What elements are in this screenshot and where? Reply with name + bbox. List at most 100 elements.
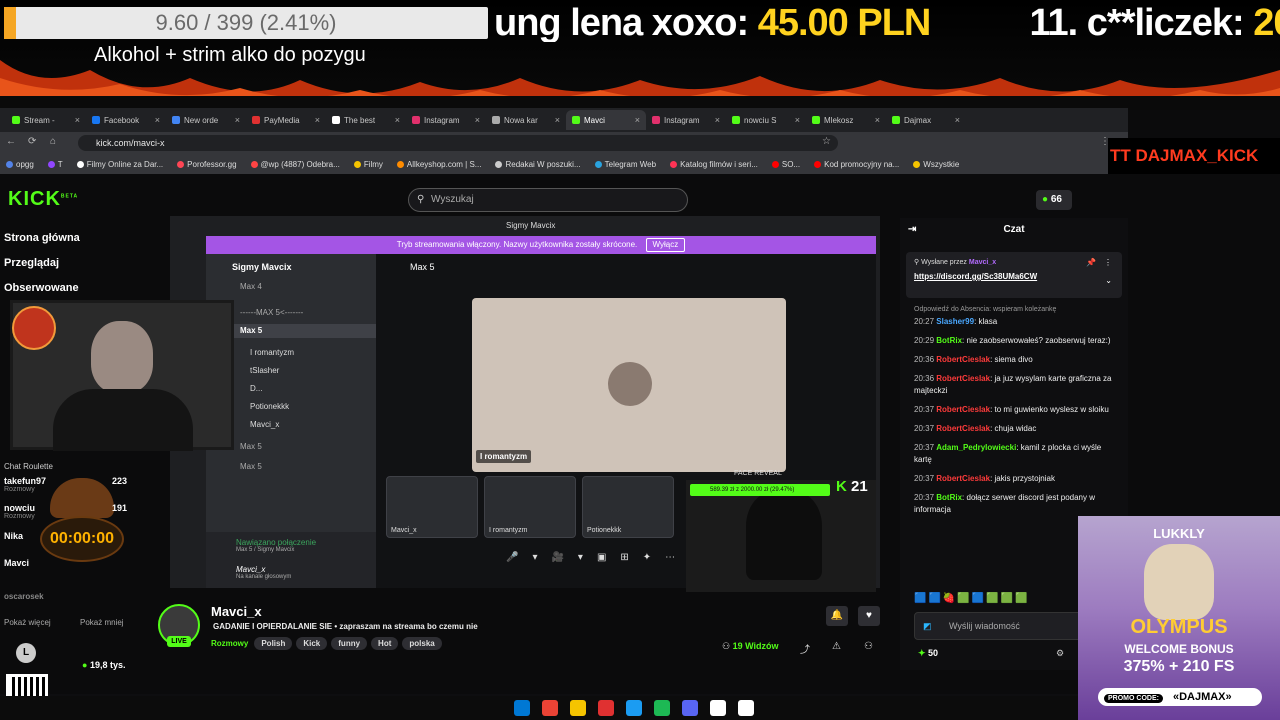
message-username[interactable]: BotRix [936,336,962,345]
message-username[interactable]: Slasher99 [936,317,974,326]
reload-icon[interactable]: ⟳ [28,136,36,147]
message-username[interactable]: Adam_Pedrylowiecki [936,443,1016,452]
tag[interactable]: Kick [296,637,328,650]
tag[interactable]: Hot [371,637,399,650]
bookmark-star-icon[interactable]: ☆ [822,136,831,147]
taskbar-app-icon[interactable] [654,700,670,716]
disable-button[interactable]: Wyłącz [645,238,686,252]
participant-tile[interactable]: Mavci_x [386,476,478,538]
browser-tab[interactable]: New orde × [166,110,246,130]
pinned-link[interactable]: https://discord.gg/Sc38UMa6CW [906,266,1122,281]
browser-tab[interactable]: Instagram × [406,110,486,130]
show-more-link[interactable]: Pokaż więcej [4,618,51,627]
close-icon[interactable]: × [555,115,560,125]
browser-tab[interactable]: Dajmax × [886,110,966,130]
browser-tab[interactable]: nowciu S × [726,110,806,130]
message-username[interactable]: RobertCieslak [936,424,990,433]
participant-tile[interactable]: I romantyzm [484,476,576,538]
chat-message[interactable]: 20:36 RobertCieslak: siema divo [914,354,1120,366]
follow-heart-button[interactable]: ♥ [858,606,880,626]
notification-bell-button[interactable]: 🔔 [826,606,848,626]
message-username[interactable]: RobertCieslak [936,374,990,383]
message-username[interactable]: RobertCieslak [936,474,990,483]
bookmark[interactable]: opgg [6,160,34,169]
channel-max4[interactable]: Max 4 [206,280,376,294]
roulette-user[interactable]: oscarosek [4,592,44,601]
bookmark[interactable]: Porofessor.gg [177,160,237,169]
taskbar-app-icon[interactable] [682,700,698,716]
chat-message[interactable]: 20:37 RobertCieslak: jakis przystojniak [914,473,1120,485]
close-icon[interactable]: × [635,115,640,125]
close-icon[interactable]: × [875,115,880,125]
taskbar-app-icon[interactable] [570,700,586,716]
taskbar-app-icon[interactable] [738,700,754,716]
bookmark[interactable]: Katalog filmów i seri... [670,160,758,169]
emote-bar[interactable]: 🟦🟦🍓🟩🟦🟩🟩🟩 [914,593,1030,604]
chat-message[interactable]: 20:37 Adam_Pedrylowiecki: kamil z plocka… [914,442,1120,466]
chat-message[interactable]: 20:37 RobertCieslak: chuja widac [914,423,1120,435]
collapse-chat-icon[interactable]: ⇥ [908,224,916,235]
roulette-user[interactable]: takefun97 Rozmowy [4,476,46,493]
close-icon[interactable]: × [395,115,400,125]
close-icon[interactable]: × [955,115,960,125]
taskbar-app-icon[interactable] [626,700,642,716]
url-field[interactable]: kick.com/mavci-x [78,135,838,151]
emote-picker-icon[interactable]: ◩ [923,613,932,639]
roulette-user[interactable]: Mavci [4,558,29,568]
tag[interactable]: funny [331,637,368,650]
search-input[interactable]: ⚲ Wyszukaj [408,188,688,212]
close-icon[interactable]: × [715,115,720,125]
bookmark[interactable]: T [47,160,63,169]
pinned-message[interactable]: ⚲ Wysłane przez Mavci_x https://discord.… [906,252,1122,298]
browser-tab[interactable]: Instagram × [646,110,726,130]
chat-message[interactable]: 20:37 BotRix: dołącz serwer discord jest… [914,492,1120,516]
channel-max5-c[interactable]: Max 5 [206,460,376,474]
share-icon[interactable]: ⤴ [800,641,810,656]
bookmark[interactable]: Telegram Web [594,160,656,169]
taskbar-app-icon[interactable] [514,700,530,716]
more-icon[interactable]: ⋮ [1104,258,1112,267]
user-icon[interactable]: ⚇ [864,641,873,652]
roulette-user[interactable]: Nika [4,531,23,541]
server-name[interactable]: Sigmy Mavcix [206,254,376,280]
close-icon[interactable]: × [155,115,160,125]
bookmark[interactable]: Allkeyshop.com | S... [396,160,481,169]
taskbar-app-icon[interactable] [598,700,614,716]
bookmark[interactable]: @wp (4887) Odebra... [250,160,340,169]
close-icon[interactable]: × [235,115,240,125]
browser-tab[interactable]: Mlekosz × [806,110,886,130]
gear-icon[interactable]: ⚙ [1056,648,1064,659]
message-username[interactable]: BotRix [936,493,962,502]
close-icon[interactable]: × [315,115,320,125]
bookmark[interactable]: Redakai W poszuki... [495,160,581,169]
close-icon[interactable]: × [75,115,80,125]
bookmark[interactable]: Kod promocyjny na... [814,160,899,169]
chat-points[interactable]: ✦ 50 [918,648,938,659]
browser-tab[interactable]: The best × [326,110,406,130]
nav-browse[interactable]: Przeglądaj [4,257,80,282]
show-less-link[interactable]: Pokaż mniej [80,618,124,627]
bookmark[interactable]: Filmy [353,160,383,169]
browser-tab[interactable]: Facebook × [86,110,166,130]
bookmark[interactable]: Filmy Online za Dar... [76,160,163,169]
close-icon[interactable]: × [475,115,480,125]
message-username[interactable]: RobertCieslak [936,355,990,364]
channel-name[interactable]: Mavci_x [211,604,262,619]
taskbar-app-icon[interactable] [542,700,558,716]
tag[interactable]: polska [402,637,442,650]
browser-tab[interactable]: Nowa kar × [486,110,566,130]
chat-message[interactable]: Odpowiedź do Absencia: wspieram koleżank… [914,304,1120,328]
chat-message[interactable]: 20:37 RobertCieslak: to mi guwienko wysl… [914,404,1120,416]
chat-message[interactable]: 20:36 RobertCieslak: ja juz wysylam kart… [914,373,1120,397]
category-link[interactable]: Rozmowy [211,639,248,648]
chat-message[interactable]: 20:29 BotRix: nie zaobserwowałeś? zaobse… [914,335,1120,347]
browser-tab[interactable]: PayMedia × [246,110,326,130]
browser-tab[interactable]: Mavci × [566,110,646,130]
nav-home[interactable]: Strona główna [4,232,80,257]
points-badge[interactable]: ● 66 [1036,190,1072,210]
bookmark[interactable]: Wszystkie [913,160,959,169]
taskbar-app-icon[interactable] [710,700,726,716]
tag[interactable]: Polish [254,637,293,650]
focused-video[interactable]: I romantyzm [472,298,786,472]
home-icon[interactable]: ⌂ [50,136,56,147]
